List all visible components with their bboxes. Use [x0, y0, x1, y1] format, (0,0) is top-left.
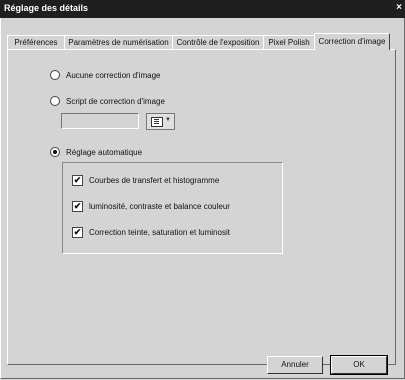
ok-button[interactable]: OK — [330, 355, 388, 375]
radio-none[interactable] — [50, 70, 60, 80]
cancel-button[interactable]: Annuler — [267, 356, 323, 374]
list-icon — [151, 117, 163, 127]
radio-auto[interactable] — [50, 147, 60, 157]
tab-image-correction[interactable]: Correction d'image — [314, 33, 390, 50]
tab-exposure-control[interactable]: Contrôle de l'exposition — [172, 35, 264, 49]
title-bar: Réglage des détails × — [0, 0, 405, 18]
script-menu-button[interactable]: ▼ — [146, 113, 175, 130]
window-title: Réglage des détails — [4, 3, 89, 13]
check-brightness-label: luminosité, contraste et balance couleur — [89, 202, 230, 211]
radio-auto-label: Réglage automatique — [66, 147, 143, 157]
tab-pixel-polish[interactable]: Pixel Polish — [263, 35, 315, 49]
radio-auto-row[interactable]: Réglage automatique — [50, 147, 142, 157]
dropdown-arrow-icon: ▼ — [165, 117, 171, 123]
check-curves[interactable]: ✔ — [72, 175, 83, 186]
check-brightness[interactable]: ✔ — [72, 201, 83, 212]
radio-none-row[interactable]: Aucune correction d'image — [50, 70, 160, 80]
radio-script[interactable] — [50, 96, 60, 106]
tab-scan-parameters[interactable]: Paramètres de numérisation — [64, 35, 173, 49]
tab-preferences[interactable]: Préférences — [7, 35, 65, 49]
check-hue-label: Correction teinte, saturation et luminos… — [89, 228, 230, 237]
radio-script-label: Script de correction d'image — [66, 96, 165, 106]
check-hue[interactable]: ✔ — [72, 227, 83, 238]
check-curves-label: Courbes de transfert et histogramme — [89, 176, 220, 185]
script-name-field[interactable] — [61, 113, 139, 129]
check-brightness-row[interactable]: ✔ luminosité, contraste et balance couleu… — [72, 201, 230, 212]
close-icon[interactable]: × — [396, 2, 402, 13]
radio-none-label: Aucune correction d'image — [66, 70, 161, 80]
check-curves-row[interactable]: ✔ Courbes de transfert et histogramme — [72, 175, 219, 186]
radio-script-row[interactable]: Script de correction d'image — [50, 96, 165, 106]
check-hue-row[interactable]: ✔ Correction teinte, saturation et lumino… — [72, 227, 230, 238]
